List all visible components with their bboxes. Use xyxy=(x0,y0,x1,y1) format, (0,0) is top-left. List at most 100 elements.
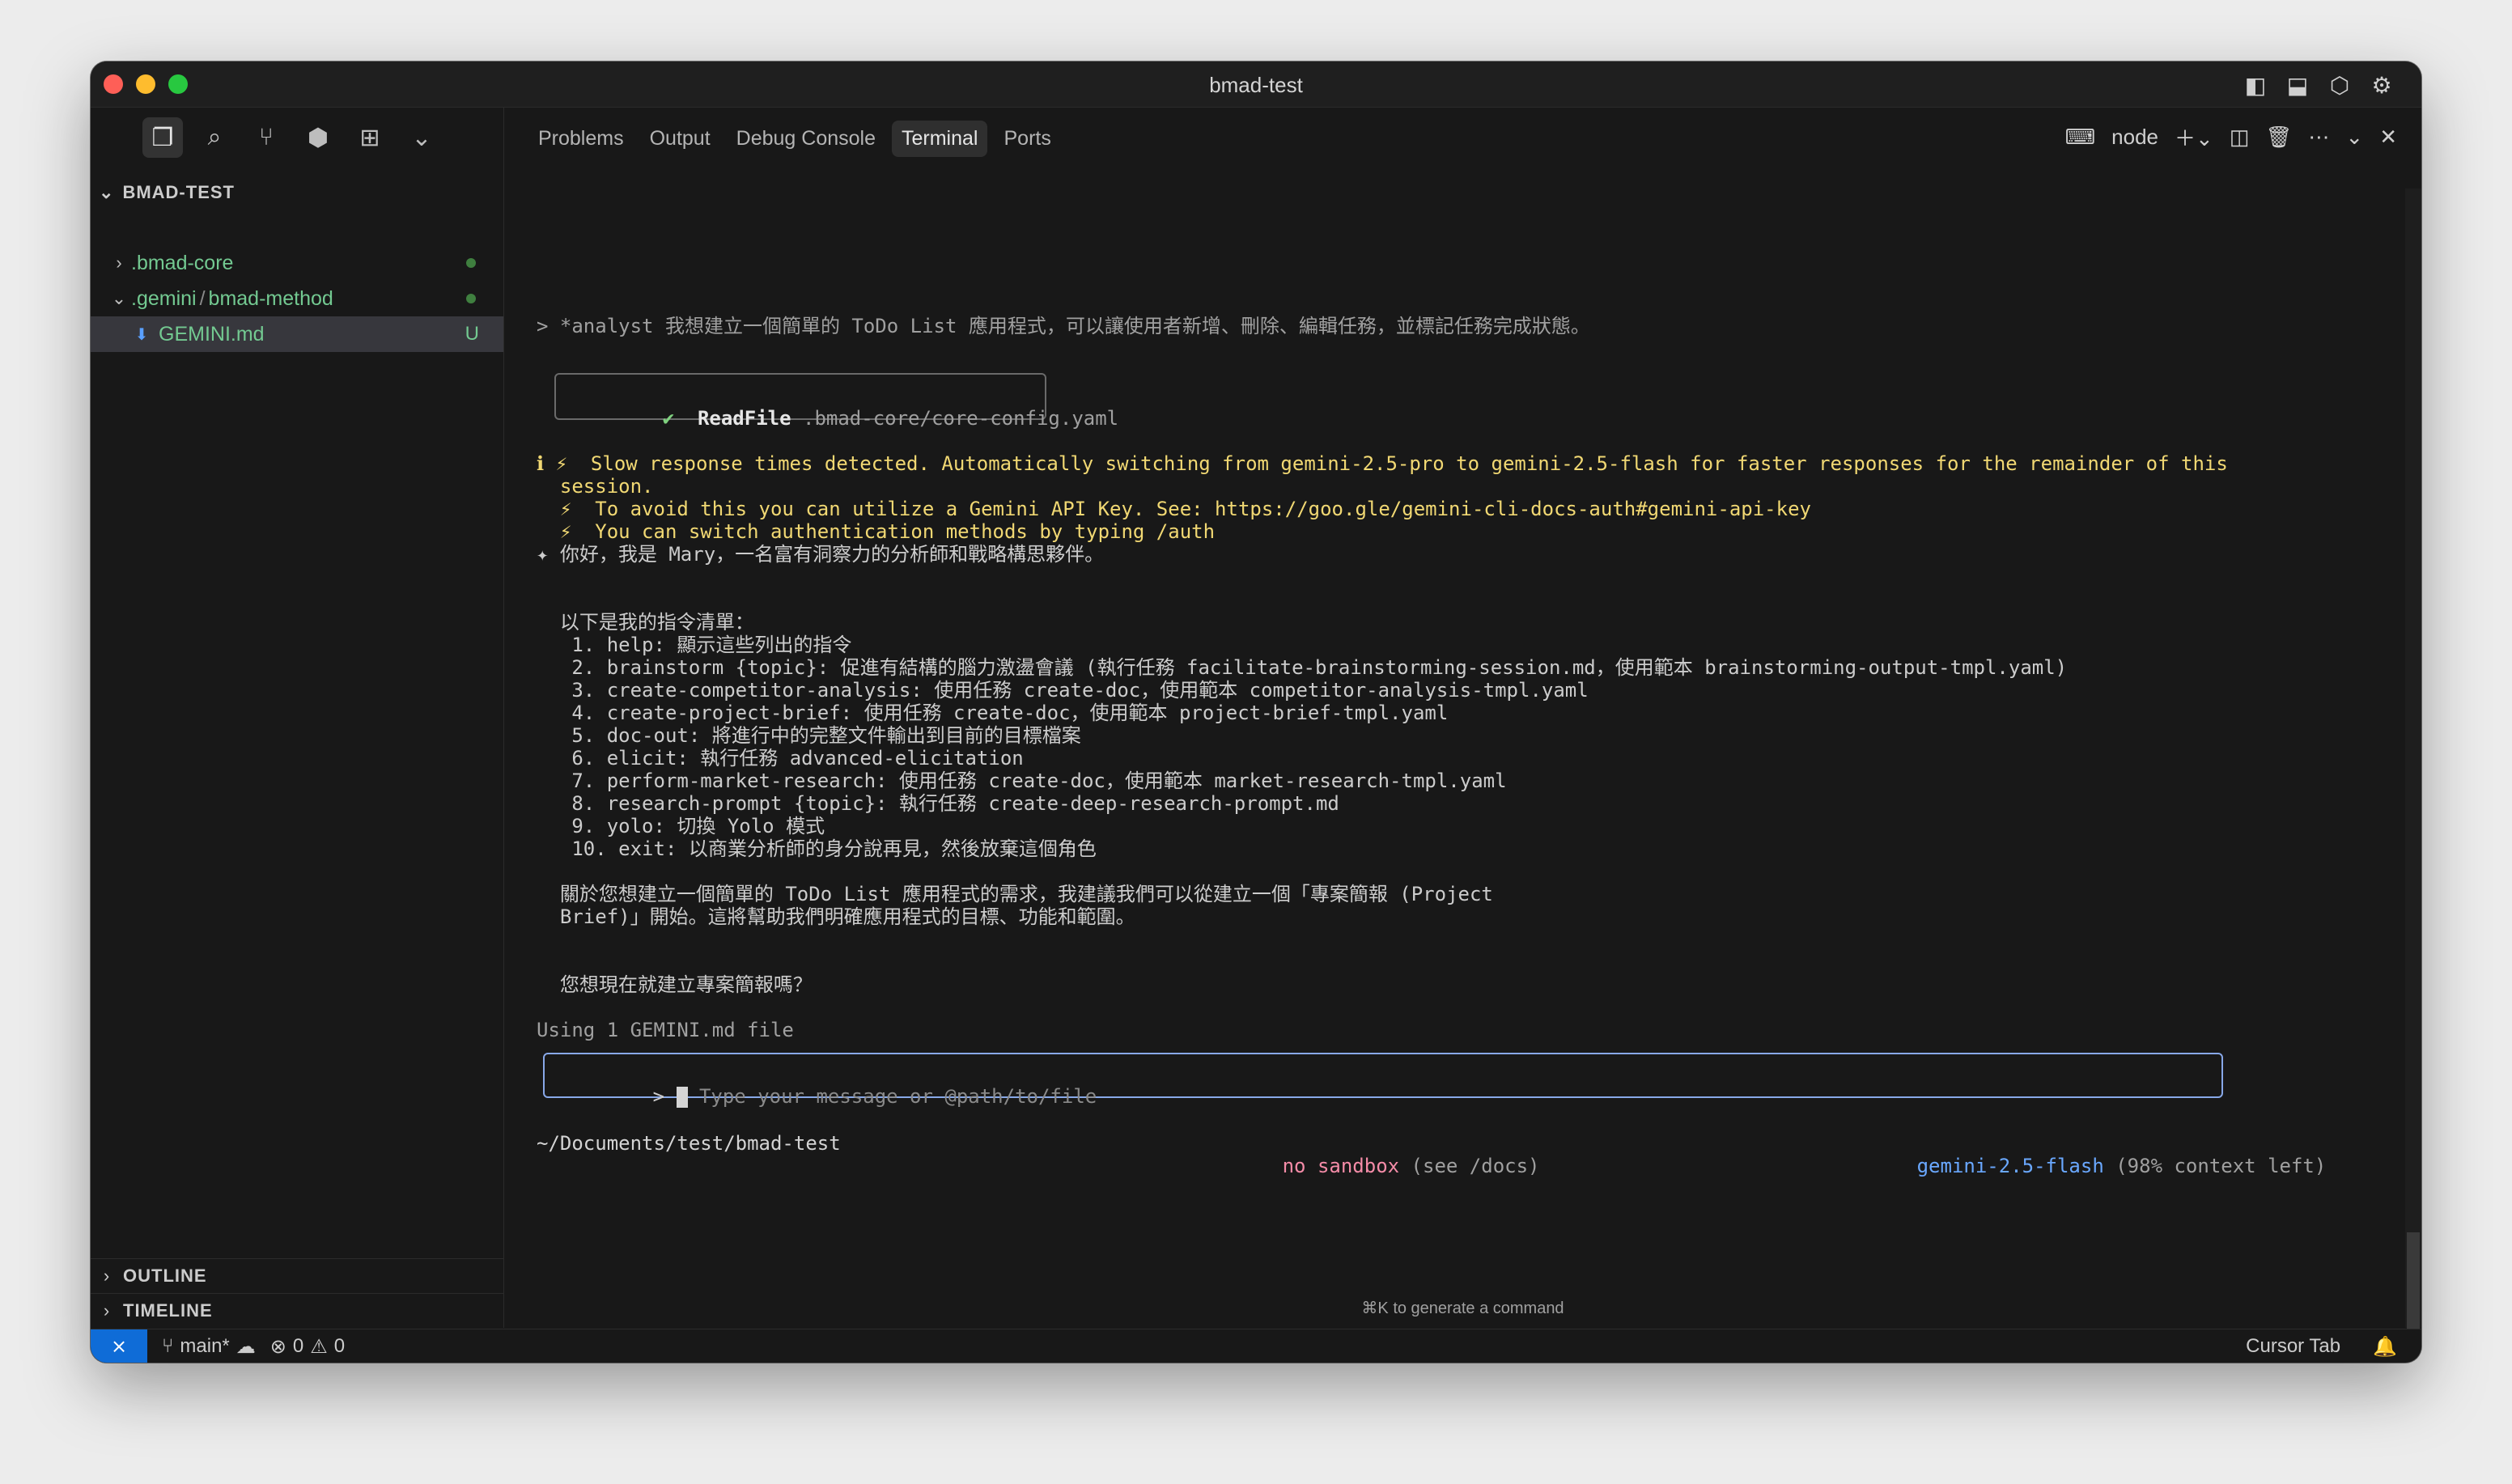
input-prompt: > xyxy=(652,1085,665,1108)
suggestion-line-2: Brief)」開始。這將幫助我們明確應用程式的目標、功能和範圍。 xyxy=(537,905,1135,928)
close-panel-icon[interactable]: ✕ xyxy=(2379,125,2397,150)
tree-item-label: .bmad-core xyxy=(131,251,234,274)
terminal-scrollbar[interactable] xyxy=(2405,189,2421,1363)
grid-icon[interactable]: ⊞ xyxy=(350,117,390,158)
app-window: bmad-test ◧ ⬓ ⬡ ⚙ ❐ ⌕ ⑂ ⬢ ⊞ ⌄ ⌄ BMAD-TES… xyxy=(91,61,2421,1363)
input-placeholder: Type your message or @path/to/file xyxy=(698,1085,1097,1108)
generate-command-hint: ⌘K to generate a command xyxy=(1361,1300,1564,1317)
check-icon: ✔ xyxy=(662,407,675,430)
modified-dot xyxy=(466,294,476,303)
command-list-title: 以下是我的指令清單： xyxy=(537,611,754,634)
sandbox-label: no sandbox xyxy=(1282,1155,1400,1177)
title-bar: bmad-test ◧ ⬓ ⬡ ⚙ xyxy=(91,61,2421,108)
text-cursor xyxy=(676,1087,688,1108)
model-name: gemini-2.5-flash xyxy=(1916,1155,2104,1177)
warning-line-3: ⚡ You can switch authentication methods … xyxy=(537,520,1216,543)
command-item: 6. elicit: 執行任務 advanced-elicitation xyxy=(537,747,1024,770)
extensions-icon[interactable]: ⬢ xyxy=(298,117,338,158)
new-terminal-icon[interactable]: ＋⌄ xyxy=(2175,122,2213,152)
error-icon: ⊗ xyxy=(269,1335,286,1358)
search-icon[interactable]: ⌕ xyxy=(194,117,235,158)
tab-debug-console[interactable]: Debug Console xyxy=(727,121,885,157)
readfile-line: ✔ ReadFile .bmad-core/core-config.yaml xyxy=(569,384,1119,452)
command-line: > *analyst 我想建立一個簡單的 ToDo List 應用程式，可以讓使… xyxy=(537,315,1590,337)
command-item: 4. create-project-brief: 使用任務 create-doc… xyxy=(537,702,1449,724)
git-branch-icon: ⑂ xyxy=(162,1335,174,1357)
chevron-right-icon: › xyxy=(116,252,122,273)
command-item: 10. exit: 以商業分析師的身分說再見，然後放棄這個角色 xyxy=(537,837,1097,860)
source-control-icon[interactable]: ⑂ xyxy=(246,117,286,158)
context-file-info: Using 1 GEMINI.md file xyxy=(537,1019,794,1041)
toggle-sidebar-icon[interactable]: ◧ xyxy=(2240,70,2271,100)
command-item: 3. create-competitor-analysis: 使用任務 crea… xyxy=(537,679,1589,702)
explorer-sidebar: ❐ ⌕ ⑂ ⬢ ⊞ ⌄ ⌄ BMAD-TEST › .bmad-core ⌄ .… xyxy=(91,108,504,1328)
sandbox-hint: (see /docs) xyxy=(1399,1155,1540,1177)
error-count: 0 xyxy=(292,1335,304,1357)
chevron-down-icon[interactable]: ⌄ xyxy=(2345,125,2363,150)
toggle-panel-icon[interactable]: ⬓ xyxy=(2282,70,2313,100)
outline-section[interactable]: › OUTLINE xyxy=(91,1258,503,1293)
chevron-right-icon: › xyxy=(103,1300,111,1321)
remote-indicator-icon[interactable]: ⨯ xyxy=(91,1329,147,1363)
cube-icon[interactable]: ⬡ xyxy=(2324,70,2355,100)
model-status: gemini-2.5-flash (98% context left) xyxy=(1823,1132,2327,1200)
window-title: bmad-test xyxy=(1209,73,1303,97)
cursor-tab-status[interactable]: Cursor Tab xyxy=(2246,1335,2340,1358)
chevron-down-icon: ⌄ xyxy=(99,182,115,202)
greeting-line: ✦ 你好，我是 Mary，一名富有洞察力的分析師和戰略構思夥伴。 xyxy=(537,543,1105,566)
tree-item-label-subfolder: bmad-method xyxy=(208,286,333,310)
terminal-icon: ⌨ xyxy=(2064,125,2096,149)
settings-gear-icon[interactable]: ⚙ xyxy=(2366,70,2397,100)
markdown-file-icon: ⬇ xyxy=(134,325,149,344)
explorer-icon[interactable]: ❐ xyxy=(142,117,183,158)
command-item: 8. research-prompt {topic}: 執行任務 create-… xyxy=(537,792,1339,815)
sandbox-status: no sandbox (see /docs) xyxy=(1189,1132,1540,1200)
trash-icon[interactable]: 🗑 xyxy=(2265,125,2292,150)
warning-line-1b: session. xyxy=(537,475,654,498)
command-item: 2. brainstorm {topic}: 促進有結構的腦力激盪會議 (執行任… xyxy=(537,656,2068,679)
suggestion-line-1: 關於您想建立一個簡單的 ToDo List 應用程式的需求，我建議我們可以從建立… xyxy=(537,883,1493,905)
workspace-section-header[interactable]: ⌄ BMAD-TEST xyxy=(99,182,235,203)
tab-terminal[interactable]: Terminal xyxy=(892,121,988,157)
tab-ports[interactable]: Ports xyxy=(994,121,1060,157)
tab-problems[interactable]: Problems xyxy=(528,121,634,157)
current-directory: ~/Documents/test/bmad-test xyxy=(537,1132,841,1155)
more-actions-icon[interactable]: ⋯ xyxy=(2308,125,2329,150)
readfile-label: ReadFile xyxy=(697,407,791,430)
status-bar: ⨯ ⑂ main* ☁ ⊗ 0 ⚠ 0 Cursor Tab 🔔 xyxy=(91,1329,2421,1363)
warning-line-1a: ℹ ⚡ Slow response times detected. Automa… xyxy=(537,452,2228,475)
problems-status[interactable]: ⊗ 0 ⚠ 0 xyxy=(270,1335,345,1359)
command-item: 5. doc-out: 將進行中的完整文件輸出到目前的目標檔案 xyxy=(537,724,1081,747)
tree-item-label-folder: .gemini xyxy=(131,286,197,310)
terminal-name[interactable]: node xyxy=(2111,125,2158,150)
chevron-down-icon[interactable]: ⌄ xyxy=(401,117,442,158)
path-separator: / xyxy=(199,286,206,310)
tab-output[interactable]: Output xyxy=(640,121,720,157)
git-branch-name: main* xyxy=(180,1335,230,1357)
command-item: 7. perform-market-research: 使用任務 create-… xyxy=(537,770,1507,792)
split-terminal-icon[interactable]: ◫ xyxy=(2230,125,2250,150)
outline-title: OUTLINE xyxy=(123,1266,207,1286)
tree-item-label: GEMINI.md xyxy=(159,322,265,346)
warning-line-2: ⚡ To avoid this you can utilize a Gemini… xyxy=(537,498,1811,520)
warning-icon: ⚠ xyxy=(310,1335,328,1358)
chevron-right-icon: › xyxy=(103,1266,111,1286)
question-line: 您想現在就建立專案簡報嗎？ xyxy=(537,973,813,996)
tree-item-gemini-bmad-method[interactable]: ⌄ .gemini / bmad-method xyxy=(91,281,503,316)
untracked-badge: U xyxy=(465,323,479,345)
context-remaining: (98% context left) xyxy=(2103,1155,2327,1177)
git-branch-status[interactable]: ⑂ main* ☁ xyxy=(162,1335,256,1359)
command-item: 1. help: 顯示這些列出的指令 xyxy=(537,634,852,656)
bell-icon[interactable]: 🔔 xyxy=(2373,1335,2397,1359)
timeline-title: TIMELINE xyxy=(123,1300,213,1321)
sync-cloud-icon: ☁ xyxy=(236,1335,256,1358)
modified-dot xyxy=(466,258,476,268)
warning-count: 0 xyxy=(333,1335,346,1357)
chevron-down-icon: ⌄ xyxy=(111,288,127,308)
readfile-path: .bmad-core/core-config.yaml xyxy=(803,407,1119,430)
tree-item-bmad-core[interactable]: › .bmad-core xyxy=(91,245,503,281)
message-input-content[interactable]: > Type your message or @path/to/file xyxy=(559,1062,1097,1130)
timeline-section[interactable]: › TIMELINE xyxy=(91,1293,503,1328)
tree-item-gemini-md[interactable]: ⬇ GEMINI.md U xyxy=(91,316,503,352)
workspace-title: BMAD-TEST xyxy=(122,182,235,202)
